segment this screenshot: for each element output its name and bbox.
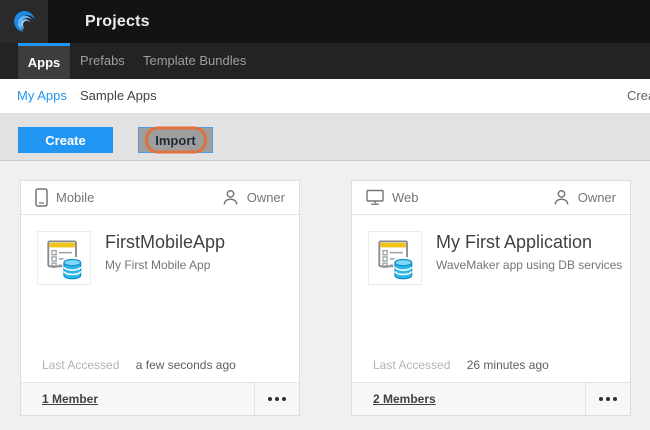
owner-person-icon <box>553 189 570 206</box>
app-description: My First Mobile App <box>105 258 210 272</box>
owner-label: Owner <box>247 190 285 205</box>
subnav-my-apps[interactable]: My Apps <box>17 79 67 114</box>
wavemaker-logo-icon <box>11 8 38 35</box>
subnav-sample-apps[interactable]: Sample Apps <box>80 79 157 114</box>
db-cylinder <box>395 259 412 279</box>
app-title[interactable]: FirstMobileApp <box>105 232 225 253</box>
members-link[interactable]: 2 Members <box>373 392 436 406</box>
create-button[interactable]: Create <box>18 127 113 153</box>
app-window-db-icon <box>40 234 88 282</box>
owner-label: Owner <box>578 190 616 205</box>
ellipsis-menu-icon[interactable] <box>255 383 299 415</box>
import-button-label: Import <box>155 133 195 148</box>
card-footer: 1 Member <box>21 382 299 415</box>
ellipsis-menu-icon[interactable] <box>586 383 630 415</box>
card-body: My First Application WaveMaker app using… <box>352 215 630 384</box>
app-description: WaveMaker app using DB services <box>436 258 622 272</box>
last-accessed-row: Last Accessed a few seconds ago <box>42 358 236 372</box>
owner-person-icon <box>222 189 239 206</box>
import-button[interactable]: Import <box>138 127 213 153</box>
card-header: Web Owner <box>352 181 630 215</box>
card-header: Mobile Owner <box>21 181 299 215</box>
last-accessed-value: 26 minutes ago <box>467 358 549 372</box>
last-accessed-label: Last Accessed <box>42 358 119 372</box>
app-window-db-icon <box>371 234 419 282</box>
logo-block[interactable] <box>0 0 48 43</box>
tab-apps[interactable]: Apps <box>18 43 70 79</box>
tab-template-bundles[interactable]: Template Bundles <box>143 43 246 79</box>
card-footer: 2 Members <box>352 382 630 415</box>
main-tabbar: Apps Prefabs Template Bundles <box>0 43 650 79</box>
last-accessed-label: Last Accessed <box>373 358 450 372</box>
last-accessed-row: Last Accessed 26 minutes ago <box>373 358 549 372</box>
app-icon-box <box>368 231 422 285</box>
db-cylinder <box>64 259 81 279</box>
app-icon-box <box>37 231 91 285</box>
web-icon <box>366 189 384 206</box>
tab-prefabs[interactable]: Prefabs <box>80 43 125 79</box>
last-accessed-value: a few seconds ago <box>136 358 236 372</box>
app-header: Projects <box>0 0 650 43</box>
platform-label: Mobile <box>56 190 94 205</box>
clipped-create-text[interactable]: Crea <box>627 79 650 114</box>
page-title: Projects <box>85 0 150 43</box>
project-card-web[interactable]: Web Owner <box>351 180 631 416</box>
subnav: My Apps Sample Apps Crea <box>0 79 650 114</box>
mobile-icon <box>35 188 48 207</box>
card-body: FirstMobileApp My First Mobile App Last … <box>21 215 299 384</box>
project-card-mobile[interactable]: Mobile Owner <box>20 180 300 416</box>
app-title[interactable]: My First Application <box>436 232 592 253</box>
members-link[interactable]: 1 Member <box>42 392 98 406</box>
platform-label: Web <box>392 190 419 205</box>
toolbar-band: Create Import <box>0 114 650 161</box>
